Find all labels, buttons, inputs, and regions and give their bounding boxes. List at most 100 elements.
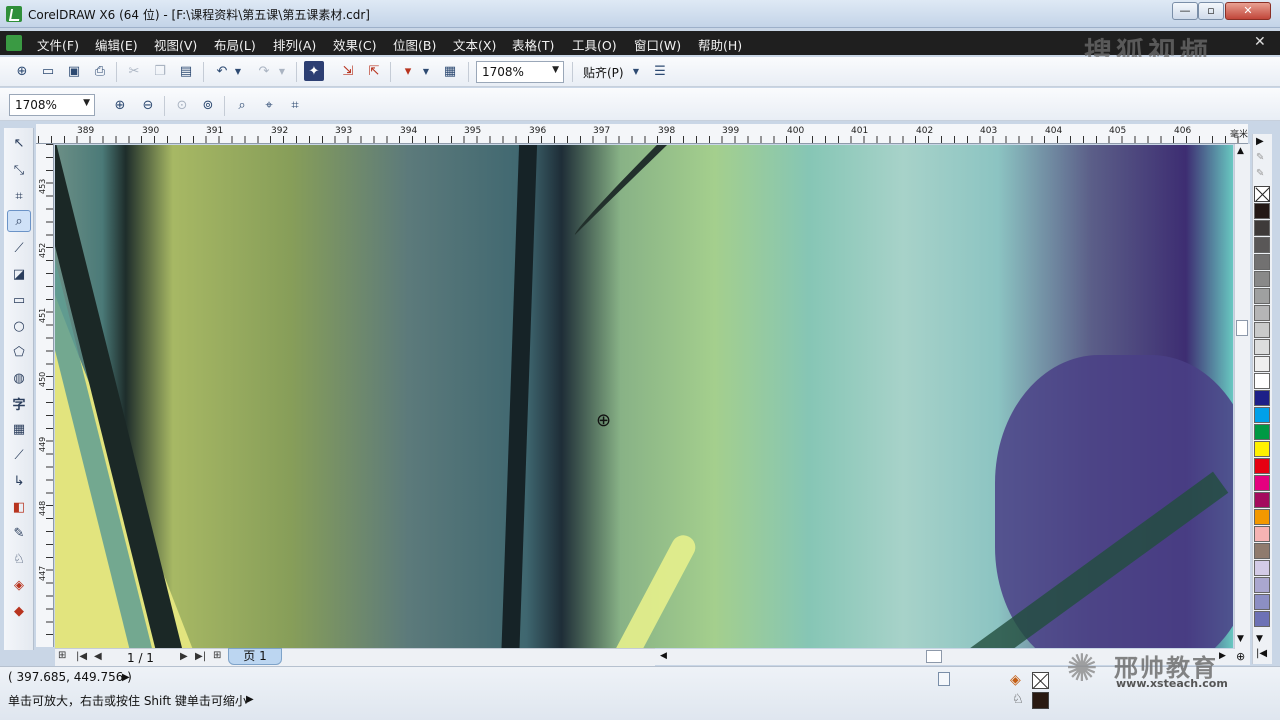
zoom-tool-icon[interactable]: ⌕ bbox=[7, 210, 31, 232]
color-swatch[interactable] bbox=[1254, 543, 1270, 559]
horizontal-scroll-thumb[interactable] bbox=[926, 650, 942, 663]
polygon-tool-icon[interactable]: ⬠ bbox=[7, 341, 31, 363]
redo-dropdown-icon[interactable]: ▼ bbox=[276, 61, 288, 81]
rectangle-tool-icon[interactable]: ▭ bbox=[7, 289, 31, 311]
search-content-icon[interactable]: ✦ bbox=[304, 61, 324, 81]
maximize-button[interactable]: ▫ bbox=[1198, 2, 1224, 20]
color-swatch[interactable] bbox=[1254, 611, 1270, 627]
undo-dropdown-icon[interactable]: ▼ bbox=[232, 61, 244, 81]
menu-help[interactable]: 帮助(H) bbox=[698, 35, 742, 54]
color-swatch[interactable] bbox=[1254, 305, 1270, 321]
undo-icon[interactable]: ↶ bbox=[212, 61, 232, 81]
snap-dropdown-icon[interactable]: ▼ bbox=[630, 61, 642, 81]
menu-tools[interactable]: 工具(O) bbox=[572, 35, 617, 54]
menu-edit[interactable]: 编辑(E) bbox=[95, 35, 138, 54]
freehand-tool-icon[interactable]: ⟋ bbox=[7, 237, 31, 259]
outline-pen-tool-icon[interactable]: ♘ bbox=[7, 548, 31, 570]
zoom-level-select[interactable]: 1708% ▼ bbox=[476, 61, 564, 83]
cut-icon[interactable]: ✂ bbox=[124, 61, 144, 81]
zoom-to-page-icon[interactable]: ⌕ bbox=[232, 95, 252, 115]
document-close-icon[interactable]: ✕ bbox=[1254, 34, 1266, 50]
launcher-dropdown-icon[interactable]: ▼ bbox=[420, 61, 432, 81]
text-tool-icon[interactable]: 字 bbox=[7, 392, 31, 414]
no-color-swatch[interactable] bbox=[1254, 186, 1270, 202]
palette-expand-icon[interactable]: |◀ bbox=[1256, 648, 1267, 659]
navigator-icon[interactable]: ⊕ bbox=[1236, 650, 1245, 663]
last-page-icon[interactable]: ▶| bbox=[195, 651, 206, 662]
palette-scroll-right-icon[interactable]: ▶ bbox=[1256, 136, 1264, 147]
add-page-before-icon[interactable]: ⊞ bbox=[58, 650, 66, 661]
color-swatch[interactable] bbox=[1254, 458, 1270, 474]
snap-to-button[interactable]: 贴齐(P) bbox=[583, 64, 624, 81]
minimize-button[interactable]: — bbox=[1172, 2, 1198, 20]
zoom-levels-select[interactable]: 1708% ▼ bbox=[9, 94, 95, 116]
color-swatch[interactable] bbox=[1254, 373, 1270, 389]
drawing-canvas[interactable]: ⊕ bbox=[55, 145, 1233, 648]
interactive-blend-tool-icon[interactable]: ◧ bbox=[7, 496, 31, 518]
scroll-left-icon[interactable]: ◀ bbox=[660, 651, 667, 661]
color-swatch[interactable] bbox=[1254, 220, 1270, 236]
new-document-icon[interactable]: ⊕ bbox=[12, 61, 32, 81]
next-page-icon[interactable]: ▶ bbox=[180, 651, 188, 662]
color-swatch[interactable] bbox=[1254, 254, 1270, 270]
color-swatch[interactable] bbox=[1254, 577, 1270, 593]
open-folder-icon[interactable]: ▭ bbox=[38, 61, 58, 81]
page-tab[interactable]: 页 1 bbox=[228, 648, 282, 665]
menu-text[interactable]: 文本(X) bbox=[453, 35, 496, 54]
menu-layout[interactable]: 布局(L) bbox=[214, 35, 256, 54]
menu-window[interactable]: 窗口(W) bbox=[634, 35, 681, 54]
expand-arrow-icon[interactable]: ▶ bbox=[246, 694, 254, 705]
shape-tool-icon[interactable]: ⤡ bbox=[7, 159, 31, 181]
ellipse-tool-icon[interactable]: ○ bbox=[7, 315, 31, 337]
print-icon[interactable]: ⎙ bbox=[90, 61, 110, 81]
fill-tool-icon[interactable]: ◈ bbox=[7, 574, 31, 596]
interactive-fill-tool-icon[interactable]: ◆ bbox=[7, 600, 31, 622]
color-swatch[interactable] bbox=[1254, 526, 1270, 542]
redo-icon[interactable]: ↷ bbox=[254, 61, 274, 81]
scroll-right-icon[interactable]: ▶ bbox=[1219, 651, 1226, 661]
scroll-down-icon[interactable]: ▼ bbox=[1237, 634, 1244, 644]
color-swatch[interactable] bbox=[1254, 288, 1270, 304]
palette-eyedropper-icon[interactable]: ✎ bbox=[1256, 168, 1264, 179]
welcome-screen-icon[interactable]: ▦ bbox=[440, 61, 460, 81]
menu-file[interactable]: 文件(F) bbox=[37, 35, 79, 54]
menu-effects[interactable]: 效果(C) bbox=[333, 35, 376, 54]
crop-tool-icon[interactable]: ⌗ bbox=[7, 185, 31, 207]
close-button[interactable]: ✕ bbox=[1225, 2, 1271, 20]
table-tool-icon[interactable]: ▦ bbox=[7, 418, 31, 440]
options-icon[interactable]: ☰ bbox=[650, 61, 670, 81]
menu-bitmaps[interactable]: 位图(B) bbox=[393, 35, 436, 54]
basic-shapes-tool-icon[interactable]: ◍ bbox=[7, 367, 31, 389]
menu-table[interactable]: 表格(T) bbox=[512, 35, 554, 54]
menu-arrange[interactable]: 排列(A) bbox=[273, 35, 316, 54]
document-info-icon[interactable] bbox=[938, 672, 950, 686]
color-swatch[interactable] bbox=[1254, 203, 1270, 219]
color-swatch[interactable] bbox=[1254, 322, 1270, 338]
scroll-up-icon[interactable]: ▲ bbox=[1237, 146, 1244, 156]
color-swatch[interactable] bbox=[1254, 509, 1270, 525]
copy-icon[interactable]: ❐ bbox=[150, 61, 170, 81]
fill-color-indicator[interactable] bbox=[1032, 672, 1049, 689]
coreldraw-app-icon[interactable] bbox=[6, 6, 22, 22]
import-icon[interactable]: ⇲ bbox=[338, 61, 358, 81]
add-page-after-icon[interactable]: ⊞ bbox=[213, 650, 221, 661]
color-swatch[interactable] bbox=[1254, 424, 1270, 440]
color-swatch[interactable] bbox=[1254, 356, 1270, 372]
application-launcher-icon[interactable]: ▾ bbox=[398, 61, 418, 81]
zoom-in-icon[interactable]: ⊕ bbox=[110, 95, 130, 115]
color-swatch[interactable] bbox=[1254, 492, 1270, 508]
color-swatch[interactable] bbox=[1254, 560, 1270, 576]
smart-fill-tool-icon[interactable]: ◪ bbox=[7, 263, 31, 285]
vertical-scrollbar[interactable] bbox=[1234, 144, 1250, 649]
color-swatch[interactable] bbox=[1254, 271, 1270, 287]
color-swatch[interactable] bbox=[1254, 390, 1270, 406]
vertical-ruler[interactable]: 453 452 451 450 449 448 447 bbox=[36, 144, 54, 647]
connector-tool-icon[interactable]: ↳ bbox=[7, 470, 31, 492]
zoom-out-icon[interactable]: ⊖ bbox=[138, 95, 158, 115]
expand-arrow-icon[interactable]: ▶ bbox=[122, 672, 130, 683]
palette-pick-icon[interactable]: ✎ bbox=[1256, 152, 1264, 163]
dimension-tool-icon[interactable]: ⟋ bbox=[7, 444, 31, 466]
eyedropper-tool-icon[interactable]: ✎ bbox=[7, 522, 31, 544]
pick-tool-icon[interactable]: ↖ bbox=[7, 132, 31, 154]
zoom-to-selected-icon[interactable]: ⊙ bbox=[172, 95, 192, 115]
